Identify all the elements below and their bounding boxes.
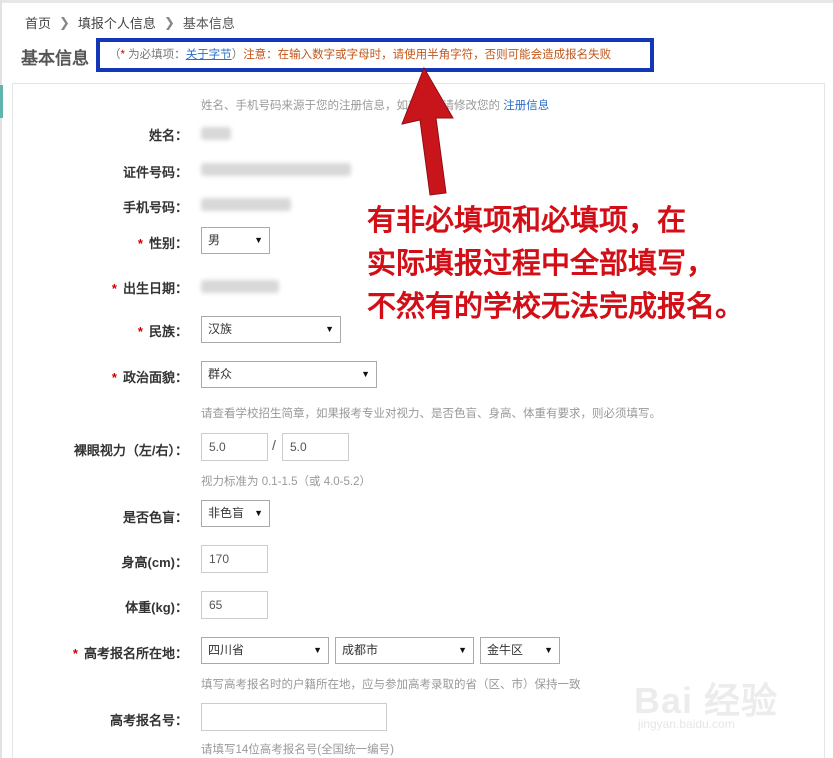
gender-select-value: 男	[208, 233, 221, 247]
province-select-value: 四川省	[208, 643, 245, 657]
notice-close-paren: ）	[231, 49, 244, 61]
gender-select[interactable]: 男 ▼	[201, 227, 270, 254]
breadcrumb-home[interactable]: 首页	[25, 13, 51, 32]
ethnicity-label-text: 民族：	[148, 324, 188, 339]
ethnicity-select-value: 汉族	[208, 322, 233, 336]
exam-number-hint: 请填写14位高考报名号(全国统一编号)	[201, 744, 394, 756]
side-accent	[0, 85, 3, 118]
chevron-right-icon: ❯	[163, 14, 175, 30]
exam-number-label: 高考报名号：	[109, 713, 188, 728]
chevron-right-icon: ❯	[59, 14, 70, 30]
colorblind-select[interactable]: 非色盲 ▼	[201, 500, 270, 527]
breadcrumb: 首页 ❯ 填报个人信息 ❯ 基本信息	[25, 13, 235, 32]
vision-right-input[interactable]: 5.0	[282, 433, 349, 461]
required-star: *	[111, 370, 117, 385]
info-hint-text: 姓名、手机号码来源于您的注册信息，如有错误请修改您的	[201, 100, 500, 112]
phone-value-blurred	[201, 198, 291, 211]
annotation-line-1: 有非必填项和必填项，在	[367, 205, 687, 237]
district-select[interactable]: 金牛区 ▼	[480, 637, 560, 664]
name-value-blurred	[201, 127, 231, 140]
info-hint: 姓名、手机号码来源于您的注册信息，如有错误请修改您的 注册信息	[201, 97, 549, 113]
notice-open-paren: （	[109, 49, 121, 61]
birth-date-value-blurred	[201, 280, 279, 293]
required-star: *	[111, 281, 117, 296]
id-number-value-blurred	[201, 163, 351, 176]
dropdown-arrow-icon: ▼	[254, 508, 263, 518]
page-title: 基本信息	[21, 49, 89, 68]
exam-number-input[interactable]	[201, 703, 387, 731]
id-number-label: 证件号码：	[122, 165, 188, 180]
annotation-text: 有非必填项和必填项，在 实际填报过程中全部填写， 不然有的学校无法完成报名。	[367, 200, 744, 329]
ethnicity-label: * 民族：	[138, 321, 188, 340]
window-top-edge	[0, 0, 833, 3]
physical-requirements-hint: 请查看学校招生简章，如果报考专业对视力、是否色盲、身高、体重有要求，则必须填写。	[201, 408, 661, 420]
political-status-label-text: 政治面貌：	[122, 370, 188, 385]
font-size-link[interactable]: 关于字节	[186, 49, 232, 61]
divider	[12, 83, 825, 84]
political-status-select-value: 群众	[208, 367, 233, 381]
colorblind-label: 是否色盲：	[122, 510, 188, 525]
weight-label: 体重(kg)：	[125, 600, 188, 615]
breadcrumb-current: 基本信息	[182, 16, 235, 31]
breadcrumb-step[interactable]: 填报个人信息	[78, 13, 156, 32]
gender-label: * 性别：	[138, 233, 188, 252]
dropdown-arrow-icon: ▼	[325, 324, 334, 334]
province-select[interactable]: 四川省 ▼	[201, 637, 329, 664]
district-select-value: 金牛区	[487, 643, 524, 657]
notice-highlight-box: （* 为必填项：关于字节）注意：在输入数字或字母时，请使用半角字符，否则可能会造…	[96, 38, 654, 72]
ethnicity-select[interactable]: 汉族 ▼	[201, 316, 341, 343]
political-status-select[interactable]: 群众 ▼	[201, 361, 377, 388]
weight-input[interactable]: 65	[201, 591, 268, 619]
panel-right-border	[824, 84, 825, 758]
notice-warning: 注意：在输入数字或字母时，请使用半角字符，否则可能会造成报名失败	[243, 49, 612, 61]
gender-label-text: 性别：	[148, 236, 188, 251]
notice-required-text: 为必填项：	[124, 49, 186, 61]
height-input[interactable]: 170	[201, 545, 268, 573]
annotation-line-2: 实际填报过程中全部填写，	[367, 248, 716, 280]
registration-info-link[interactable]: 注册信息	[503, 100, 549, 112]
birth-date-label: * 出生日期：	[112, 278, 188, 297]
city-select-value: 成都市	[342, 643, 379, 657]
political-status-label: * 政治面貌：	[112, 367, 188, 386]
vision-left-input[interactable]: 5.0	[201, 433, 268, 461]
phone-label: 手机号码：	[122, 200, 188, 215]
required-star: *	[137, 236, 143, 251]
dropdown-arrow-icon: ▼	[313, 645, 322, 655]
vision-label: 裸眼视力（左/右）：	[73, 443, 188, 458]
watermark-url: jingyan.baidu.com	[638, 717, 735, 731]
dropdown-arrow-icon: ▼	[544, 645, 553, 655]
required-star: *	[72, 646, 78, 661]
city-select[interactable]: 成都市 ▼	[335, 637, 474, 664]
vision-hint: 视力标准为 0.1-1.5（或 4.0-5.2）	[201, 476, 371, 488]
exam-location-label: * 高考报名所在地：	[73, 643, 188, 662]
vision-separator: /	[272, 437, 276, 453]
required-star: *	[137, 324, 143, 339]
height-label: 身高(cm)：	[121, 555, 188, 570]
name-label: 姓名：	[148, 128, 188, 143]
dropdown-arrow-icon: ▼	[458, 645, 467, 655]
dropdown-arrow-icon: ▼	[361, 369, 370, 379]
dropdown-arrow-icon: ▼	[254, 235, 263, 245]
colorblind-select-value: 非色盲	[208, 506, 245, 520]
exam-location-hint: 填写高考报名时的户籍所在地，应与参加高考录取的省（区、市）保持一致	[201, 679, 581, 691]
exam-location-label-text: 高考报名所在地：	[83, 646, 188, 661]
panel-left-border	[12, 84, 13, 758]
annotation-line-3: 不然有的学校无法完成报名。	[367, 291, 745, 323]
birth-date-label-text: 出生日期：	[122, 281, 188, 296]
